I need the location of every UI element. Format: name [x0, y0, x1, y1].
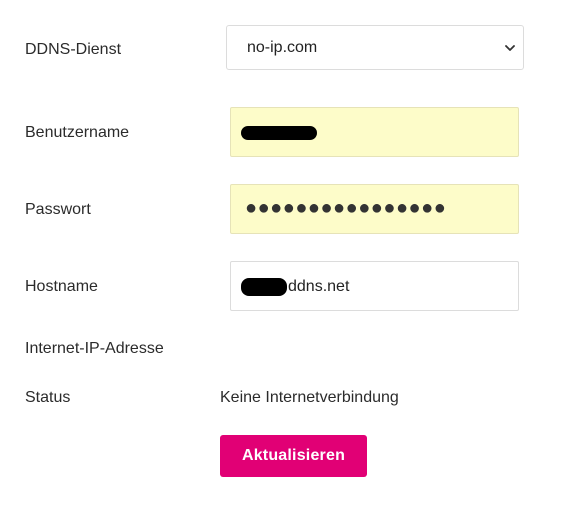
internet-ip-label: Internet-IP-Adresse [25, 340, 164, 357]
redacted-hostname-mark [241, 278, 287, 296]
password-masked-value: ●●●●●●●●●●●●●●●● [245, 197, 447, 219]
status-label: Status [25, 389, 71, 406]
hostname-label: Hostname [25, 278, 98, 295]
password-input[interactable]: ●●●●●●●●●●●●●●●● [230, 184, 519, 234]
chevron-down-icon [505, 45, 515, 51]
username-label: Benutzername [25, 124, 130, 141]
username-input[interactable] [230, 107, 519, 157]
hostname-input[interactable]: ddns.net [230, 261, 519, 311]
ddns-service-value: no-ip.com [247, 39, 318, 56]
ddns-settings-form: DDNS-Dienst no-ip.com Benutzername Passw… [0, 0, 569, 509]
redacted-username-mark [241, 126, 317, 140]
ddns-service-label: DDNS-Dienst [25, 41, 122, 58]
status-value: Keine Internetverbindung [220, 389, 399, 406]
hostname-value: ddns.net [288, 278, 350, 295]
password-label: Passwort [25, 201, 91, 218]
ddns-service-select[interactable]: no-ip.com [226, 25, 524, 70]
update-button[interactable]: Aktualisieren [220, 435, 367, 477]
